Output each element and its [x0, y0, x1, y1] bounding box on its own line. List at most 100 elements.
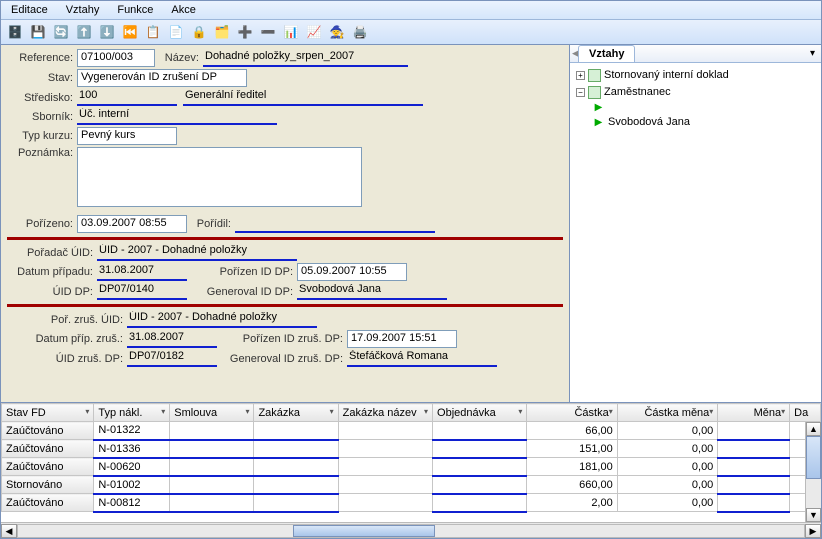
tool-remove-icon[interactable]: ➖ [258, 22, 278, 42]
tool-lock-icon[interactable]: 🔒 [189, 22, 209, 42]
cell-zakn[interactable] [338, 476, 432, 494]
cell-cast[interactable]: 660,00 [527, 476, 617, 494]
field-generoval-idzrus[interactable]: Štefáčková Romana [347, 350, 497, 367]
tree-node-child-arrow[interactable]: ▶ [592, 101, 815, 114]
cell-zak[interactable] [254, 494, 338, 512]
cell-typ[interactable]: N-01002 [94, 476, 170, 494]
table-row[interactable]: ZaúčtovánoN-00620 181,000,00 [2, 458, 821, 476]
cell-zak[interactable] [254, 440, 338, 458]
field-reference[interactable]: 07100/003 [77, 49, 155, 67]
col-da[interactable]: Da [790, 404, 821, 422]
cell-cast[interactable]: 2,00 [527, 494, 617, 512]
scroll-down-icon[interactable]: ▼ [806, 508, 821, 522]
cell-sml[interactable] [170, 422, 254, 440]
cell-zakn[interactable] [338, 422, 432, 440]
cell-stav[interactable]: Zaúčtováno [2, 458, 94, 476]
col-typ[interactable]: Typ nákl.▾ [94, 404, 170, 422]
col-stav[interactable]: Stav FD▾ [2, 404, 94, 422]
cell-zak[interactable] [254, 476, 338, 494]
cell-cm[interactable]: 0,00 [617, 476, 718, 494]
col-obj[interactable]: Objednávka▾ [433, 404, 527, 422]
cell-stav[interactable]: Stornováno [2, 476, 94, 494]
field-porizeno[interactable]: 03.09.2007 08:55 [77, 215, 187, 233]
tool-print-icon[interactable]: 🖨️ [350, 22, 370, 42]
tab-dropdown-icon[interactable]: ▾ [804, 46, 821, 61]
menu-editace[interactable]: Editace [7, 3, 52, 17]
cell-sml[interactable] [170, 494, 254, 512]
tool-relations-icon[interactable]: 🗂️ [212, 22, 232, 42]
field-stredisko-code[interactable]: 100 [77, 89, 177, 106]
cell-zak[interactable] [254, 422, 338, 440]
field-nazev[interactable]: Dohadné položky_srpen_2007 [203, 50, 408, 67]
field-poradac-uid[interactable]: ÚID - 2007 - Dohadné položky [97, 244, 297, 261]
cell-stav[interactable]: Zaúčtováno [2, 494, 94, 512]
horizontal-scrollbar[interactable]: ◀ ▶ [1, 522, 821, 538]
cell-cast[interactable]: 151,00 [527, 440, 617, 458]
cell-obj[interactable] [433, 422, 527, 440]
field-datum-prip-zrus[interactable]: 31.08.2007 [127, 331, 217, 348]
field-uid-zrus-dp[interactable]: DP07/0182 [127, 350, 217, 367]
cell-obj[interactable] [433, 440, 527, 458]
cell-obj[interactable] [433, 458, 527, 476]
col-zakn[interactable]: Zakázka název▾ [338, 404, 432, 422]
scroll-right-icon[interactable]: ▶ [805, 524, 821, 538]
tool-copy-icon[interactable]: 📋 [143, 22, 163, 42]
tool-report2-icon[interactable]: 📈 [304, 22, 324, 42]
cell-zak[interactable] [254, 458, 338, 476]
tool-save-icon[interactable]: 💾 [28, 22, 48, 42]
cell-cm[interactable]: 0,00 [617, 440, 718, 458]
tool-paste-icon[interactable]: 📄 [166, 22, 186, 42]
tool-refresh-icon[interactable]: 🔄 [51, 22, 71, 42]
cell-zakn[interactable] [338, 458, 432, 476]
field-porizen-iddp[interactable]: 05.09.2007 10:55 [297, 263, 407, 281]
col-sml[interactable]: Smlouva▾ [170, 404, 254, 422]
collapse-icon[interactable]: − [576, 88, 585, 97]
cell-men[interactable] [718, 476, 790, 494]
field-sbornik[interactable]: Úč. interní [77, 108, 277, 125]
expand-icon[interactable]: + [576, 71, 585, 80]
field-porizen-idzrus[interactable]: 17.09.2007 15:51 [347, 330, 457, 348]
field-stav[interactable]: Vygenerován ID zrušení DP [77, 69, 247, 87]
field-stredisko-name[interactable]: Generální ředitel [183, 89, 423, 106]
cell-men[interactable] [718, 422, 790, 440]
tool-archive-icon[interactable]: 🗄️ [5, 22, 25, 42]
tool-add-icon[interactable]: ➕ [235, 22, 255, 42]
cell-typ[interactable]: N-00620 [94, 458, 170, 476]
tree-node-zamestnanec[interactable]: − Zaměstnanec [576, 84, 815, 101]
cell-cm[interactable]: 0,00 [617, 458, 718, 476]
cell-typ[interactable]: N-01322 [94, 422, 170, 440]
cell-cast[interactable]: 66,00 [527, 422, 617, 440]
field-typkurzu[interactable]: Pevný kurs [77, 127, 177, 145]
cell-typ[interactable]: N-00812 [94, 494, 170, 512]
tree-node-stornovany[interactable]: + Stornovaný interní doklad [576, 67, 815, 84]
cell-stav[interactable]: Zaúčtováno [2, 422, 94, 440]
tree-node-svobodova[interactable]: ▶ Svobodová Jana [592, 114, 815, 131]
cell-sml[interactable] [170, 458, 254, 476]
menu-akce[interactable]: Akce [167, 3, 199, 17]
cell-obj[interactable] [433, 494, 527, 512]
cell-sml[interactable] [170, 476, 254, 494]
scroll-thumb[interactable] [293, 525, 434, 537]
col-men[interactable]: Měna▾ [718, 404, 790, 422]
cell-sml[interactable] [170, 440, 254, 458]
cell-typ[interactable]: N-01336 [94, 440, 170, 458]
cell-zakn[interactable] [338, 440, 432, 458]
table-row[interactable]: ZaúčtovánoN-00812 2,000,00 [2, 494, 821, 512]
cell-stav[interactable]: Zaúčtováno [2, 440, 94, 458]
scroll-left-icon[interactable]: ◀ [1, 524, 17, 538]
menu-funkce[interactable]: Funkce [113, 3, 157, 17]
cell-cm[interactable]: 0,00 [617, 494, 718, 512]
scroll-thumb[interactable] [806, 436, 821, 479]
cell-zakn[interactable] [338, 494, 432, 512]
cell-obj[interactable] [433, 476, 527, 494]
cell-cast[interactable]: 181,00 [527, 458, 617, 476]
field-poridil[interactable] [235, 216, 435, 233]
field-porzrus-uid[interactable]: ÚID - 2007 - Dohadné položky [127, 311, 317, 328]
field-datum-pripadu[interactable]: 31.08.2007 [97, 264, 187, 281]
table-row[interactable]: ZaúčtovánoN-0132266,000,00 [2, 422, 821, 440]
tool-down-icon[interactable]: ⬇️ [97, 22, 117, 42]
field-uid-dp[interactable]: DP07/0140 [97, 283, 187, 300]
menu-vztahy[interactable]: Vztahy [62, 3, 104, 17]
field-poznamka[interactable] [77, 147, 362, 207]
col-cast[interactable]: Částka▾ [527, 404, 617, 422]
